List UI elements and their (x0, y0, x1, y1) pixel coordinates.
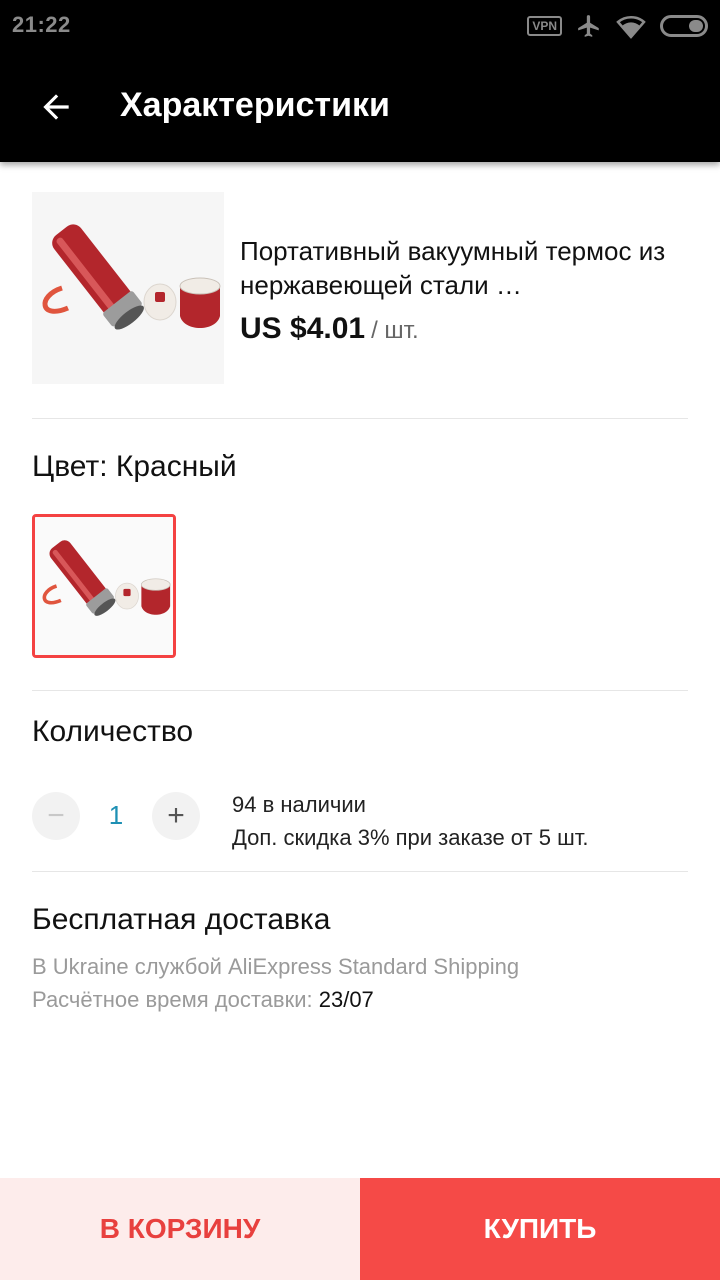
buy-now-button[interactable]: КУПИТЬ (360, 1178, 720, 1280)
divider (32, 690, 688, 691)
divider (32, 418, 688, 419)
shipping-title: Бесплатная доставка (32, 903, 331, 936)
bottom-action-bar: В КОРЗИНУ КУПИТЬ (0, 1178, 720, 1280)
red-thermos-swatch-image (35, 517, 173, 655)
quantity-increment-button[interactable]: + (152, 792, 200, 840)
product-summary: Портативный вакуумный термос из нержавею… (32, 192, 688, 388)
product-title: Портативный вакуумный термос из нержавею… (240, 236, 666, 300)
plus-icon: + (167, 799, 185, 832)
minus-icon: − (47, 799, 65, 832)
divider (32, 871, 688, 872)
airplane-icon (578, 15, 599, 37)
color-label: Цвет: Красный (32, 450, 237, 483)
add-to-cart-button[interactable]: В КОРЗИНУ (0, 1178, 360, 1280)
status-bar: 21:22 VPN (0, 0, 720, 52)
price-unit: / шт. (371, 317, 419, 344)
price-value: US $4.01 (240, 312, 366, 345)
back-button[interactable] (26, 77, 86, 137)
quantity-value[interactable]: 1 (80, 800, 152, 831)
shipping-method: В Ukraine службой AliExpress Standard Sh… (32, 954, 520, 979)
shipping-estimate-date: 23/07 (318, 987, 374, 1012)
shipping-estimate: Расчётное время доставки: 23/07 (32, 987, 374, 1013)
shipping-estimate-label: Расчётное время доставки: (32, 987, 313, 1012)
status-time: 21:22 (12, 12, 71, 37)
battery-icon (660, 15, 708, 37)
quantity-decrement-button[interactable]: − (32, 792, 80, 840)
wifi-icon (616, 15, 646, 39)
vpn-icon: VPN (527, 16, 562, 36)
quantity-label: Количество (32, 715, 194, 748)
product-price: US $4.01/ шт. (240, 312, 419, 346)
status-icons: VPN (527, 12, 708, 40)
app-bar: Характеристики (0, 52, 720, 162)
arrow-left-icon (43, 94, 69, 120)
stock-count: 94 в наличии (232, 792, 366, 817)
color-swatch-red[interactable] (32, 514, 176, 658)
page-title: Характеристики (120, 86, 390, 124)
red-thermos-image (32, 192, 224, 384)
bulk-discount: Доп. скидка 3% при заказе от 5 шт. (232, 825, 589, 850)
product-image (32, 192, 224, 384)
